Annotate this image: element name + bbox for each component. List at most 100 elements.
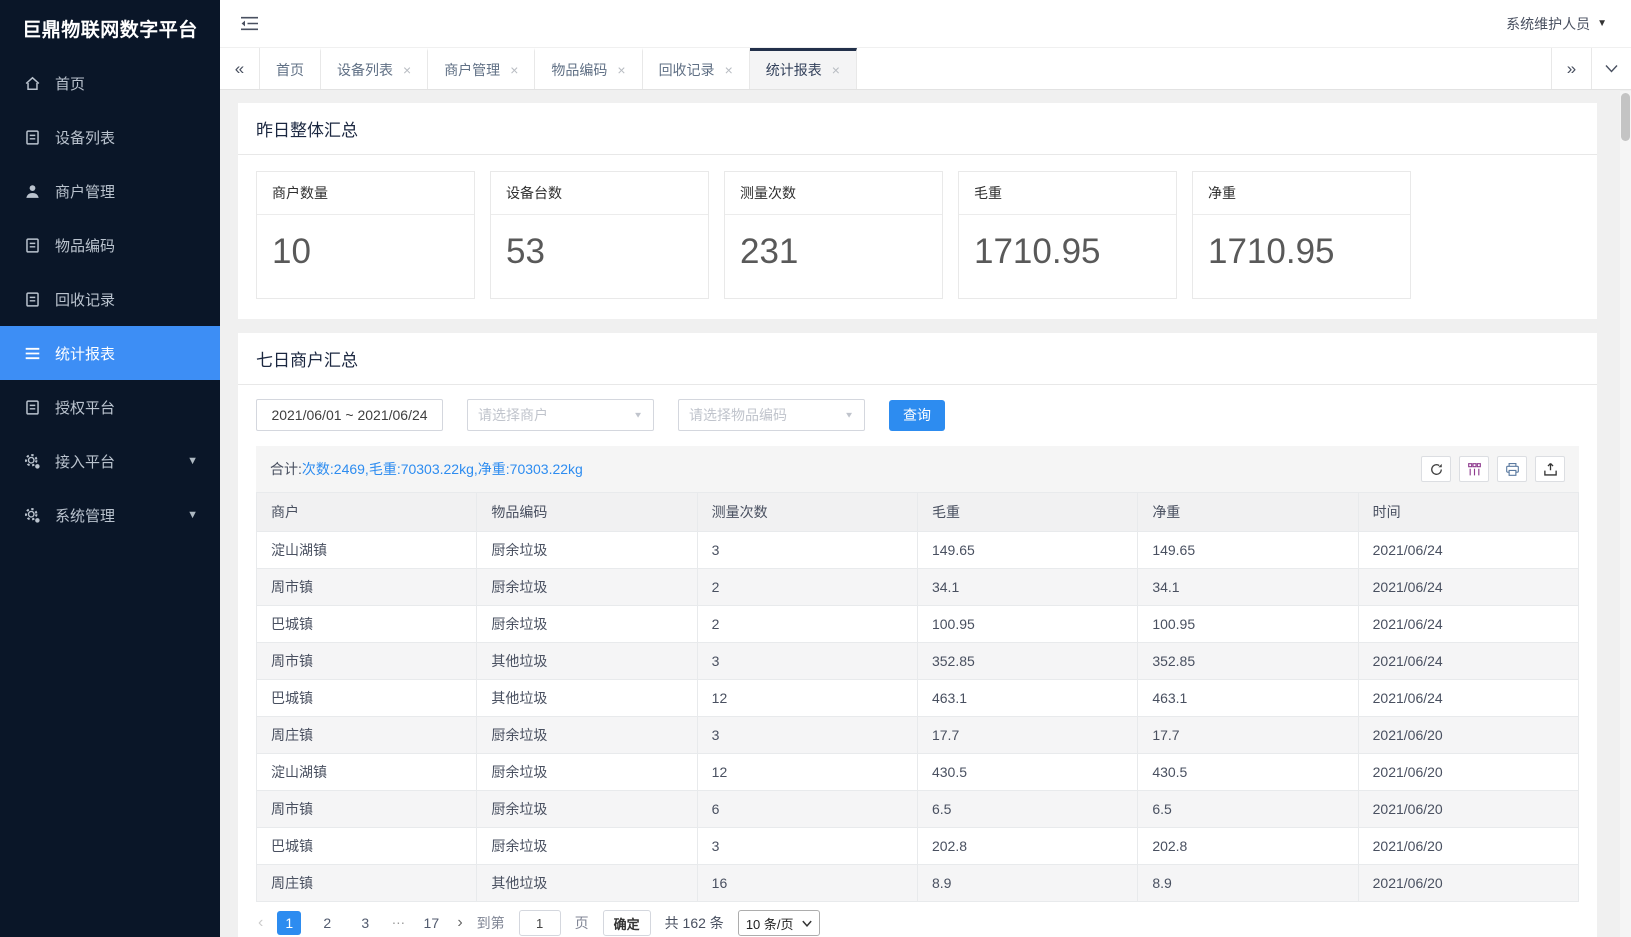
prev-page-icon[interactable]: ‹ <box>258 914 263 932</box>
page-number-3[interactable]: 3 <box>353 911 377 935</box>
columns-icon <box>1467 462 1482 477</box>
total-value: 次数:2469,毛重:70303.22kg,净重:70303.22kg <box>302 459 583 479</box>
table-cell: 463.1 <box>1138 680 1358 717</box>
page-number-2[interactable]: 2 <box>315 911 339 935</box>
tab-物品编码[interactable]: 物品编码 × <box>535 48 642 89</box>
table-cell: 6.5 <box>1138 791 1358 828</box>
close-icon[interactable]: × <box>403 62 411 78</box>
sidebar-item-授权平台[interactable]: 授权平台 <box>0 380 220 434</box>
item-code-select[interactable]: 请选择物品编码 ▼ <box>678 399 865 431</box>
sidebar-item-接入平台[interactable]: 接入平台 ▼ <box>0 434 220 488</box>
tab-label: 统计报表 <box>766 60 822 80</box>
close-icon[interactable]: × <box>617 62 625 78</box>
table-cell: 352.85 <box>1138 643 1358 680</box>
table-cell: 2 <box>697 606 917 643</box>
table-row[interactable]: 巴城镇厨余垃圾3202.8202.82021/06/20 <box>257 828 1579 865</box>
columns-button[interactable] <box>1459 456 1489 482</box>
seven-day-title: 七日商户汇总 <box>238 333 1597 385</box>
tabs-scroll-right-icon[interactable]: » <box>1551 48 1591 89</box>
print-button[interactable] <box>1497 456 1527 482</box>
report-table: 商户物品编码测量次数毛重净重时间 淀山湖镇厨余垃圾3149.65149.6520… <box>256 492 1579 902</box>
menu-icon <box>24 344 42 362</box>
sidebar-item-首页[interactable]: 首页 <box>0 56 220 110</box>
search-button[interactable]: 查询 <box>889 400 945 431</box>
tab-bar: « 首页 设备列表 × 商户管理 × 物品编码 × 回收记录 × 统计报表 × … <box>220 48 1631 90</box>
vertical-scrollbar[interactable] <box>1620 91 1631 937</box>
tabs-scroll-left-icon[interactable]: « <box>220 48 260 89</box>
next-page-icon[interactable]: › <box>457 914 462 932</box>
table-cell: 8.9 <box>1138 865 1358 902</box>
doc-icon <box>24 290 42 308</box>
table-row[interactable]: 周市镇其他垃圾3352.85352.852021/06/24 <box>257 643 1579 680</box>
table-row[interactable]: 巴城镇其他垃圾12463.1463.12021/06/24 <box>257 680 1579 717</box>
table-row[interactable]: 周庄镇厨余垃圾317.717.72021/06/20 <box>257 717 1579 754</box>
tab-label: 商户管理 <box>444 60 500 80</box>
table-cell: 3 <box>697 717 917 754</box>
table-cell: 352.85 <box>917 643 1137 680</box>
table-cell: 6 <box>697 791 917 828</box>
table-cell: 8.9 <box>917 865 1137 902</box>
table-cell: 202.8 <box>1138 828 1358 865</box>
sidebar-item-商户管理[interactable]: 商户管理 <box>0 164 220 218</box>
stat-card-商户数量: 商户数量 10 <box>256 171 475 299</box>
doc-icon <box>24 236 42 254</box>
table-column-header: 测量次数 <box>697 493 917 532</box>
refresh-button[interactable] <box>1421 456 1451 482</box>
sidebar-item-物品编码[interactable]: 物品编码 <box>0 218 220 272</box>
confirm-button[interactable]: 确定 <box>603 910 651 936</box>
table-row[interactable]: 巴城镇厨余垃圾2100.95100.952021/06/24 <box>257 606 1579 643</box>
user-menu[interactable]: 系统维护人员 ▼ <box>1506 14 1607 34</box>
page-size-value: 10 条/页 <box>746 914 794 933</box>
close-icon[interactable]: × <box>725 62 733 78</box>
export-icon <box>1543 462 1558 477</box>
table-cell: 17.7 <box>1138 717 1358 754</box>
stat-card-value: 231 <box>725 215 942 298</box>
gear-icon <box>24 506 42 524</box>
tab-商户管理[interactable]: 商户管理 × <box>428 48 535 89</box>
tab-list: 首页 设备列表 × 商户管理 × 物品编码 × 回收记录 × 统计报表 × <box>260 48 1551 89</box>
yesterday-summary-title: 昨日整体汇总 <box>238 103 1597 155</box>
item-code-select-placeholder: 请选择物品编码 <box>689 405 787 425</box>
tab-统计报表[interactable]: 统计报表 × <box>750 48 857 89</box>
tab-设备列表[interactable]: 设备列表 × <box>321 48 428 89</box>
table-row[interactable]: 淀山湖镇厨余垃圾3149.65149.652021/06/24 <box>257 532 1579 569</box>
table-cell: 34.1 <box>1138 569 1358 606</box>
page-number-17[interactable]: 17 <box>419 911 443 935</box>
table-row[interactable]: 周市镇厨余垃圾234.134.12021/06/24 <box>257 569 1579 606</box>
page-number-1[interactable]: 1 <box>277 911 301 935</box>
sidebar-item-系统管理[interactable]: 系统管理 ▼ <box>0 488 220 542</box>
table-cell: 周市镇 <box>257 643 477 680</box>
sidebar-item-统计报表[interactable]: 统计报表 <box>0 326 220 380</box>
close-icon[interactable]: × <box>510 62 518 78</box>
table-row[interactable]: 周市镇厨余垃圾66.56.52021/06/20 <box>257 791 1579 828</box>
export-button[interactable] <box>1535 456 1565 482</box>
tab-首页[interactable]: 首页 <box>260 48 321 89</box>
table-row[interactable]: 淀山湖镇厨余垃圾12430.5430.52021/06/20 <box>257 754 1579 791</box>
table-toolbar: 合计: 次数:2469,毛重:70303.22kg,净重:70303.22kg <box>256 446 1579 492</box>
table-cell: 2021/06/20 <box>1358 717 1578 754</box>
stat-card-value: 53 <box>491 215 708 298</box>
date-range-input[interactable] <box>256 399 443 431</box>
table-cell: 149.65 <box>917 532 1137 569</box>
table-cell: 2021/06/20 <box>1358 791 1578 828</box>
sidebar-item-label: 统计报表 <box>55 343 115 364</box>
sidebar-item-回收记录[interactable]: 回收记录 <box>0 272 220 326</box>
sidebar-collapse-icon[interactable] <box>240 16 259 31</box>
table-row[interactable]: 周庄镇其他垃圾168.98.92021/06/20 <box>257 865 1579 902</box>
page-size-select[interactable]: 10 条/页 <box>738 910 820 936</box>
table-cell: 430.5 <box>917 754 1137 791</box>
stat-card-测量次数: 测量次数 231 <box>724 171 943 299</box>
table-column-header: 物品编码 <box>477 493 697 532</box>
caret-down-icon: ▼ <box>633 411 643 420</box>
close-icon[interactable]: × <box>832 62 840 78</box>
table-cell: 463.1 <box>917 680 1137 717</box>
table-column-header: 毛重 <box>917 493 1137 532</box>
scrollbar-thumb[interactable] <box>1621 93 1630 141</box>
sidebar-item-设备列表[interactable]: 设备列表 <box>0 110 220 164</box>
tab-回收记录[interactable]: 回收记录 × <box>643 48 750 89</box>
merchant-select[interactable]: 请选择商户 ▼ <box>467 399 654 431</box>
tabs-menu-icon[interactable] <box>1591 48 1631 89</box>
table-cell: 厨余垃圾 <box>477 791 697 828</box>
goto-page-input[interactable] <box>519 910 561 936</box>
table-cell: 2021/06/20 <box>1358 828 1578 865</box>
